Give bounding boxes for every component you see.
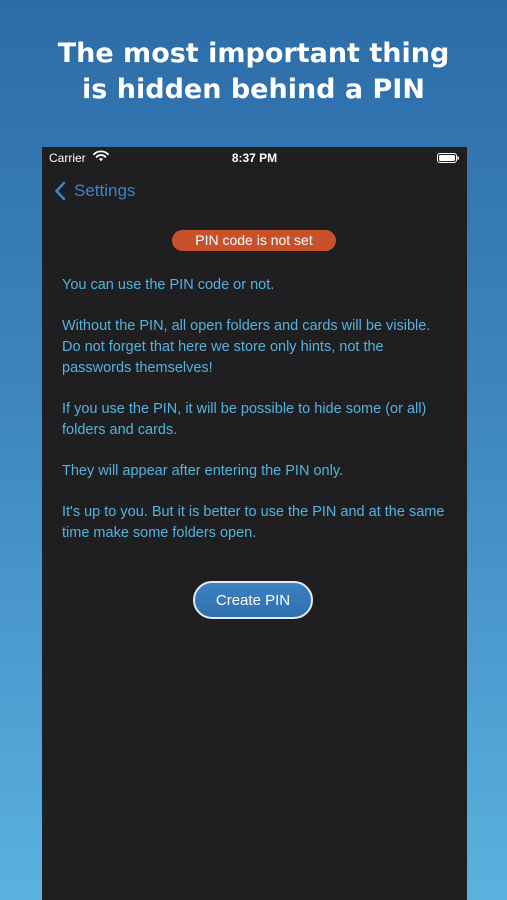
promo-headline-line-1: The most important thing: [57, 38, 450, 69]
battery-icon: [437, 153, 459, 163]
promo-headline: The most important thing is hidden behin…: [0, 36, 507, 108]
info-paragraph: Without the PIN, all open folders and ca…: [62, 318, 431, 376]
promo-headline-line-2: is hidden behind a PIN: [82, 74, 425, 105]
chevron-left-icon: [55, 181, 66, 201]
info-paragraph: If you use the PIN, it will be possible …: [62, 401, 427, 438]
info-paragraph: They will appear after entering the PIN …: [62, 463, 344, 479]
status-bar: Carrier 8:37 PM: [42, 147, 467, 169]
navigation-bar: Settings: [42, 173, 467, 209]
info-paragraph: You can use the PIN code or not.: [62, 277, 275, 293]
phone-screen: Carrier 8:37 PM Settings PIN code is not…: [42, 147, 467, 900]
info-paragraph: It's up to you. But it is better to use …: [62, 504, 445, 541]
back-button-label: Settings: [74, 181, 136, 200]
pin-info-text: You can use the PIN code or not. Without…: [62, 275, 452, 564]
status-time: 8:37 PM: [231, 151, 278, 165]
back-button[interactable]: Settings: [54, 179, 135, 203]
create-pin-button[interactable]: Create PIN: [193, 581, 313, 619]
status-badge: PIN code is not set: [172, 230, 336, 251]
